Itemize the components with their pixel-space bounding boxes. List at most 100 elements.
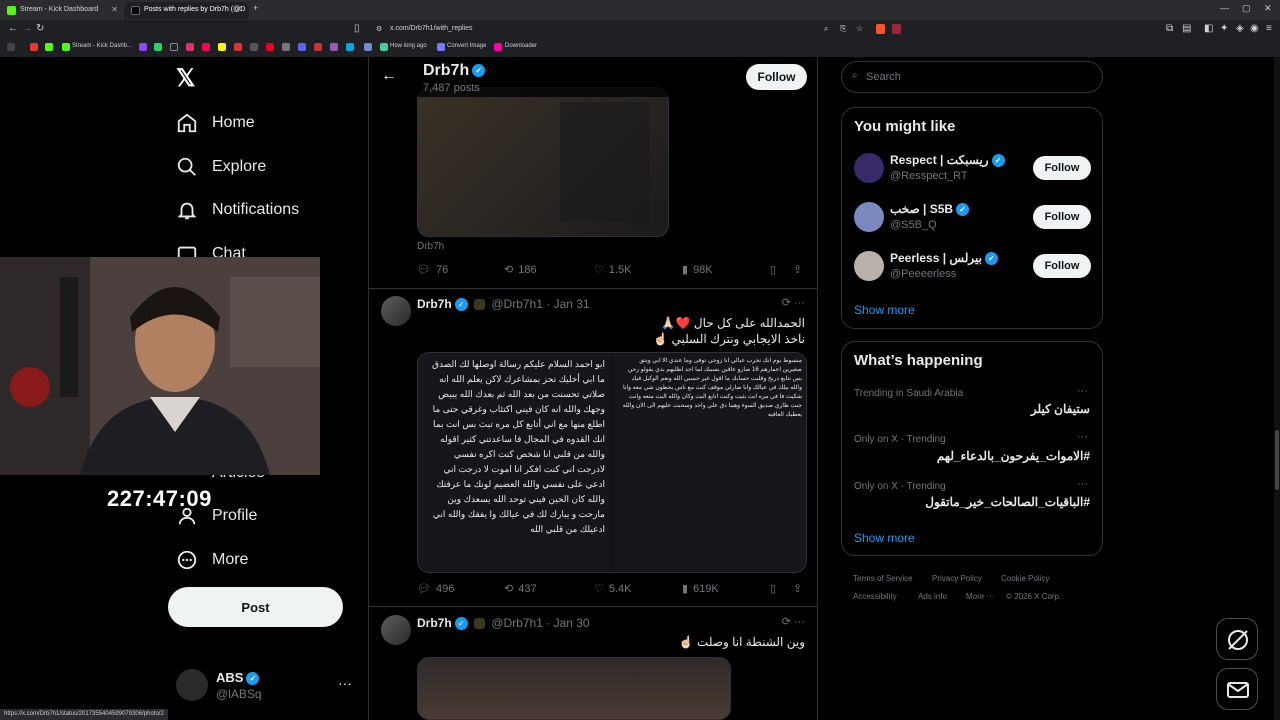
trend-item[interactable]: #الاموات_يفرحون_بالدعاء_لهم <box>937 449 1090 463</box>
like-button[interactable]: ♡ 1.5K <box>594 263 632 277</box>
kick-icon[interactable] <box>45 43 53 51</box>
search-input[interactable]: ⌕ Search <box>841 61 1103 93</box>
minimize-icon[interactable]: — <box>1220 3 1229 13</box>
whatsapp-icon[interactable] <box>154 43 162 51</box>
repost-button[interactable]: ⟲ 186 <box>504 263 537 277</box>
reply-button[interactable]: 💬︎ 496 <box>417 582 454 596</box>
scrollbar-thumb[interactable] <box>1275 430 1279 490</box>
vpn-icon[interactable]: ◈ <box>1236 23 1244 34</box>
close-window-icon[interactable]: ✕ <box>1264 3 1272 14</box>
forward-icon[interactable]: → <box>22 23 32 34</box>
follow-button[interactable]: Follow <box>1033 254 1091 278</box>
follow-button[interactable]: Follow <box>1033 205 1091 229</box>
like-button[interactable]: ♡ 5.4K <box>594 582 632 596</box>
share-button[interactable]: ⇪ <box>793 582 802 595</box>
scrollbar[interactable] <box>1274 57 1280 720</box>
repost-button[interactable]: ⟲ 437 <box>504 582 537 596</box>
tweet-more-icon[interactable]: ⟳ ··· <box>782 615 805 628</box>
apps-icon[interactable] <box>7 43 15 51</box>
show-more-link[interactable]: Show more <box>854 531 915 545</box>
panel-icon[interactable]: ◧ <box>1204 23 1213 34</box>
share-icon[interactable]: ⎘ <box>840 24 846 34</box>
back-arrow-icon[interactable]: ← <box>381 67 397 85</box>
bookmark-icon[interactable]: ▯ <box>354 23 360 34</box>
tab-x-posts[interactable]: Posts with replies by Drb7h (@D ✕ <box>124 2 249 19</box>
footer-ads-info[interactable]: Ads info <box>918 592 947 601</box>
site-info-icon[interactable]: ⚙ <box>376 25 382 33</box>
menu-icon[interactable]: ≡ <box>1266 23 1272 34</box>
clock-icon[interactable] <box>380 43 388 51</box>
footer-more[interactable]: More ··· <box>966 592 994 601</box>
avatar[interactable] <box>854 153 884 183</box>
zoom-icon[interactable]: ⌕ <box>824 24 828 34</box>
follow-button[interactable]: Follow <box>1033 156 1091 180</box>
bookmark-purple-icon[interactable] <box>330 43 338 51</box>
close-tab-icon[interactable]: ✕ <box>235 5 242 14</box>
maximize-icon[interactable]: ▢ <box>1242 3 1251 14</box>
footer-cookie[interactable]: Cookie Policy <box>1001 574 1049 583</box>
nav-notifications[interactable]: Notifications <box>176 196 299 224</box>
brave-rewards-icon[interactable] <box>892 24 901 34</box>
suggestion-name[interactable]: صخب | S5B ✓ <box>890 202 970 217</box>
show-more-link[interactable]: Show more <box>854 303 915 317</box>
messages-button[interactable] <box>1216 668 1258 710</box>
bookmark-convert-image[interactable]: Convert Image <box>447 43 486 49</box>
grok-button[interactable] <box>1216 618 1258 660</box>
trend-item[interactable]: ستيفان كيلر <box>1031 402 1090 416</box>
footer-accessibility[interactable]: Accessibility <box>853 592 897 601</box>
back-icon[interactable]: ← <box>8 23 18 34</box>
snapchat-icon[interactable] <box>218 43 226 51</box>
bookmark-misc-icon[interactable] <box>282 43 290 51</box>
author-name[interactable]: Drb7h <box>417 616 452 630</box>
views-button[interactable]: ▮ 619K <box>682 582 719 596</box>
downloader-icon[interactable] <box>494 43 502 51</box>
nav-explore[interactable]: Explore <box>176 153 266 181</box>
sidebar-icon[interactable]: ▤ <box>1182 23 1191 34</box>
tweet-image[interactable] <box>417 657 731 720</box>
youtube-icon[interactable] <box>30 43 38 51</box>
tweet-date[interactable]: Jan 30 <box>554 616 590 630</box>
footer-terms[interactable]: Terms of Service <box>853 574 913 583</box>
trend-more-icon[interactable]: ··· <box>1077 431 1088 443</box>
bookmark-stream-icon[interactable] <box>266 43 274 51</box>
url-bar[interactable]: ⚙ x.com/Drb7h1/with_replies ⌕ ⎘ ☆ <box>368 22 908 37</box>
tweet-date[interactable]: Jan 31 <box>554 297 590 311</box>
bookmark-kick[interactable]: Stream - Kick Dashb... <box>72 43 132 49</box>
trend-item[interactable]: #الباقيات_الصالحات_خير_ماتقول <box>925 495 1090 509</box>
bookmark-red-icon[interactable] <box>234 43 242 51</box>
twitch-icon[interactable] <box>139 43 147 51</box>
suggestion-name[interactable]: Respect | ريسبكت ✓ <box>890 153 1005 168</box>
nav-home[interactable]: Home <box>176 109 255 137</box>
discord-icon[interactable] <box>298 43 306 51</box>
brave-shield-icon[interactable] <box>876 24 885 34</box>
avatar[interactable] <box>854 251 884 281</box>
convert-icon[interactable] <box>437 43 445 51</box>
trend-more-icon[interactable]: ··· <box>1077 385 1088 397</box>
reload-icon[interactable]: ↻ <box>36 23 44 34</box>
account-switcher[interactable]: ABS ✓ @lABSq ··· <box>176 665 356 705</box>
tiktok-icon[interactable] <box>202 43 210 51</box>
dm-screenshot-left[interactable]: ابو احمد السلام عليكم رسالة اوصلها لك ال… <box>418 353 611 572</box>
nav-more[interactable]: More <box>176 546 248 574</box>
avatar[interactable] <box>381 615 411 645</box>
x-bookmark-icon[interactable] <box>170 43 178 51</box>
bookmark-button[interactable]: ▯ <box>770 582 776 595</box>
bookmark-how-long-ago[interactable]: How long ago <box>390 43 427 49</box>
star-icon[interactable]: ☆ <box>856 24 863 33</box>
tab-kick-dashboard[interactable]: Stream - Kick Dashboard ✕ <box>0 2 125 19</box>
footer-privacy[interactable]: Privacy Policy <box>932 574 982 583</box>
bookmark-gray-icon[interactable] <box>250 43 258 51</box>
views-button[interactable]: ▮ 98K <box>682 263 713 277</box>
kick-bookmark-icon[interactable] <box>62 43 70 51</box>
post-button[interactable]: Post <box>168 587 343 627</box>
bookmark-downloader[interactable]: Downloader <box>505 43 537 49</box>
instagram-icon[interactable] <box>186 43 194 51</box>
account-more-icon[interactable]: ··· <box>338 675 352 691</box>
avatar[interactable] <box>381 296 411 326</box>
tweet-image-grid[interactable]: ابو احمد السلام عليكم رسالة اوصلها لك ال… <box>417 352 807 573</box>
suggestion-name[interactable]: Peerless | بيرلس ✓ <box>890 251 998 266</box>
extensions-icon[interactable]: ⧉ <box>1166 23 1173 34</box>
bookmark-globe-icon[interactable] <box>364 43 372 51</box>
reply-button[interactable]: 💬︎ 76 <box>417 263 448 277</box>
tweet-more-icon[interactable]: ⟳ ··· <box>782 296 805 309</box>
